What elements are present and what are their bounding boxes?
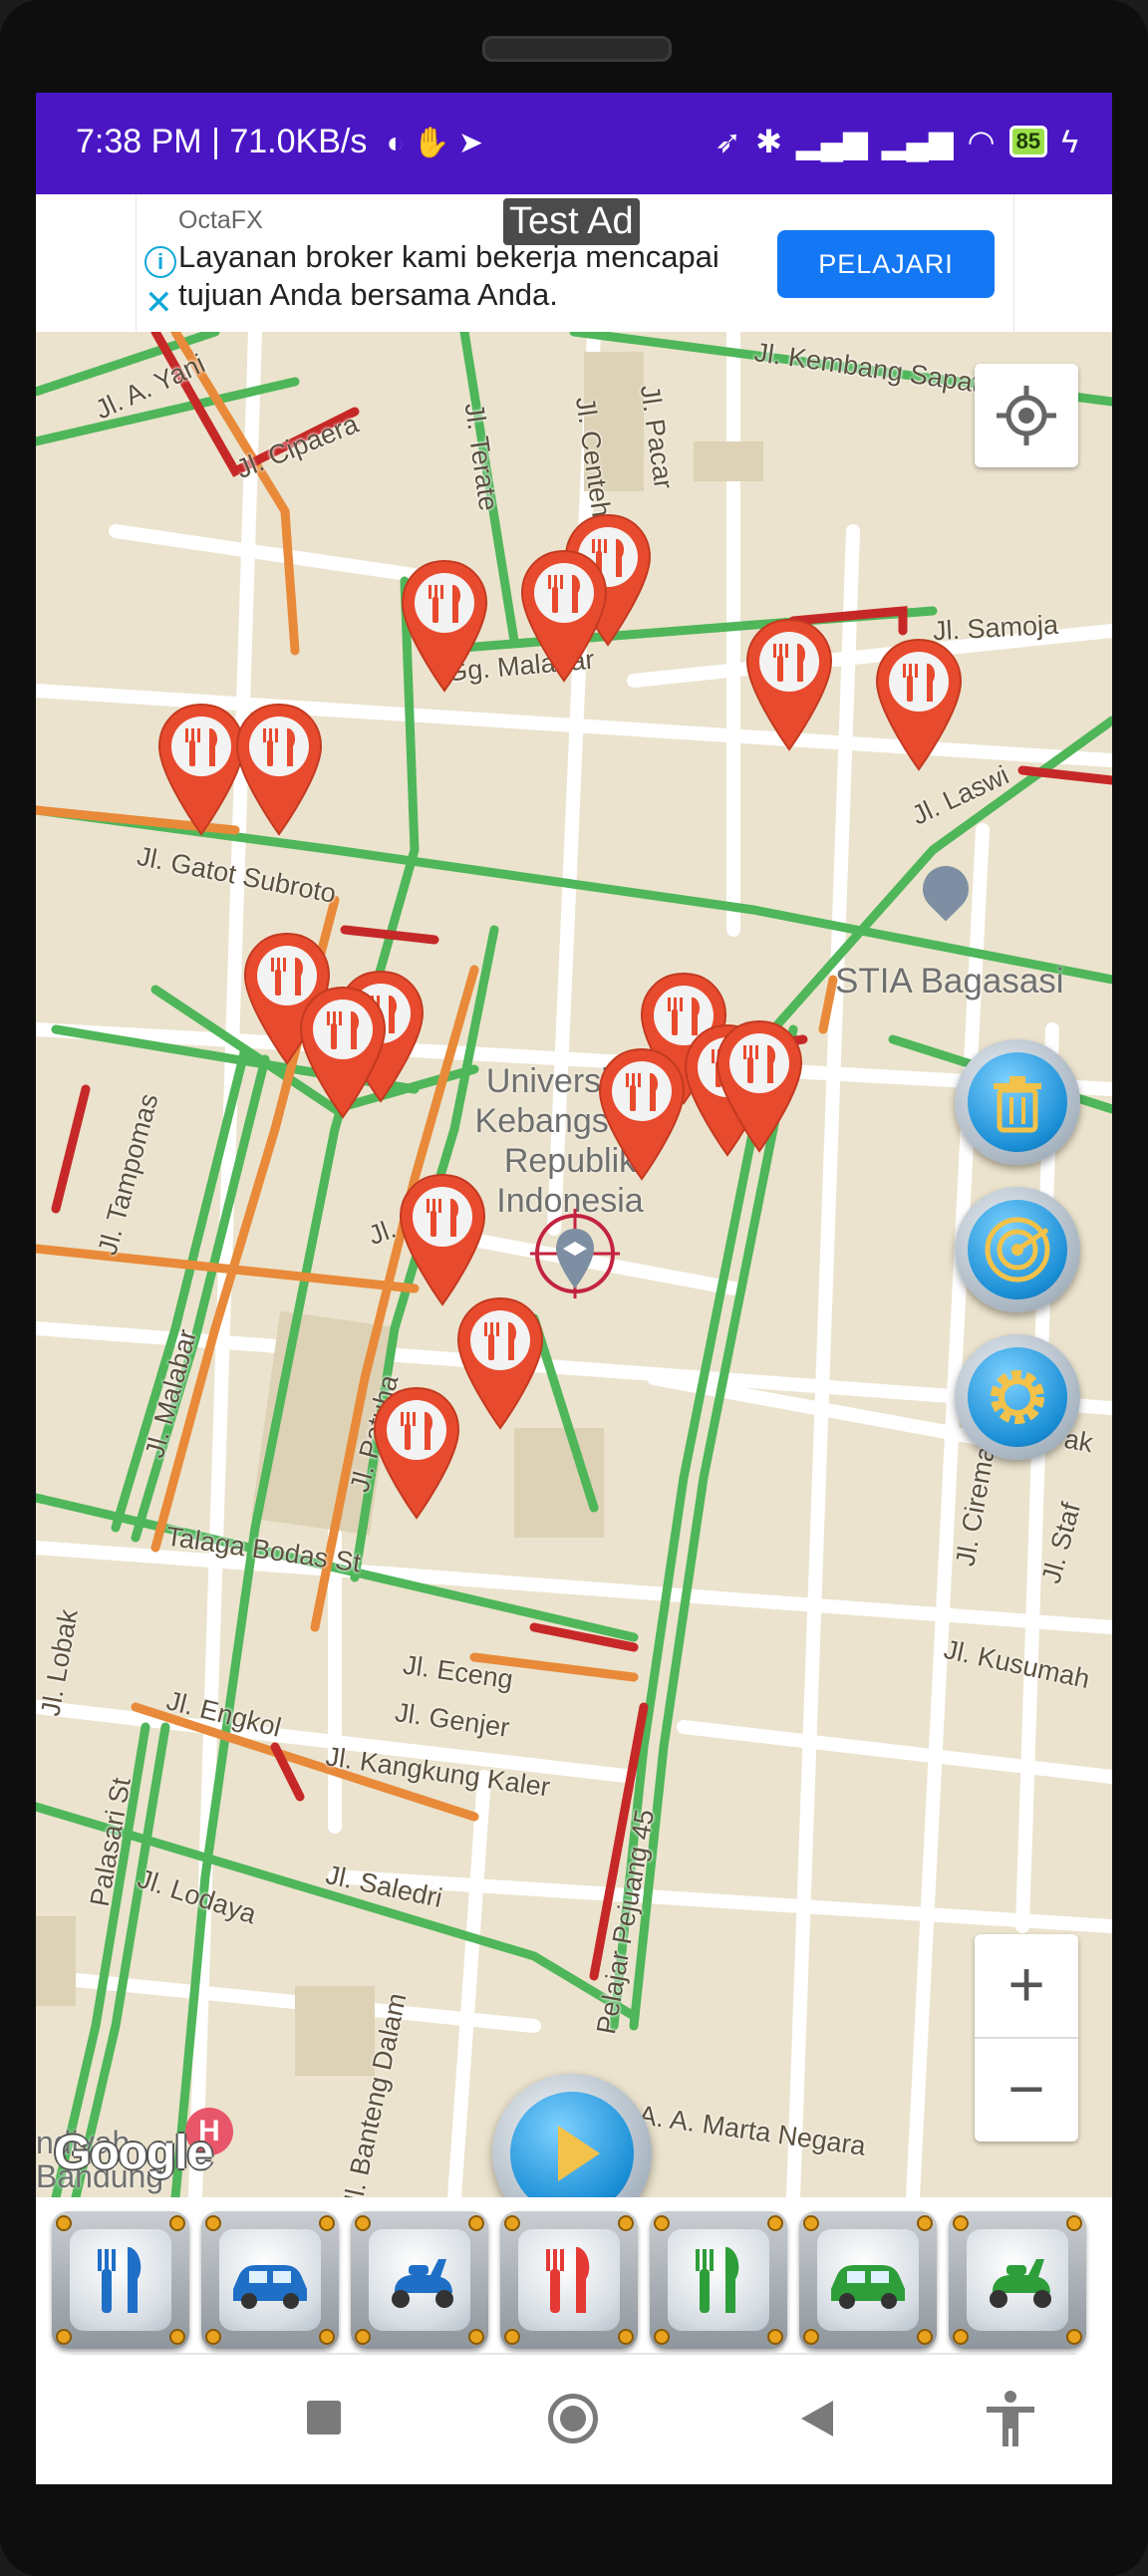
bolt-decoration xyxy=(953,2329,969,2345)
recents-button[interactable] xyxy=(307,2401,341,2434)
ad-banner[interactable]: OctaFX i ✕ Layanan broker kami bekerja m… xyxy=(36,194,1112,332)
radar-button[interactable] xyxy=(955,1187,1080,1312)
bolt-decoration xyxy=(767,2329,783,2345)
scooter-icon xyxy=(369,2229,470,2331)
home-button[interactable] xyxy=(548,2394,598,2443)
restaurant-marker-icon[interactable] xyxy=(518,547,610,685)
play-icon xyxy=(510,2092,634,2197)
bolt-decoration xyxy=(468,2215,484,2231)
back-button[interactable] xyxy=(797,2399,837,2438)
phone-screen: 7:38 PM | 71.0KB/s ◐ ✋ ➤ ➶ ✱ ▂▄▆ ▂▄▆ ◠ 8… xyxy=(36,93,1112,2484)
ad-cta-button[interactable]: PELAJARI xyxy=(777,230,995,298)
car-icon xyxy=(219,2229,321,2331)
fork-knife-icon xyxy=(70,2229,171,2331)
toolbar-scooter-green-button[interactable] xyxy=(949,2211,1086,2349)
restaurant-marker-icon[interactable] xyxy=(233,701,325,838)
trash-icon xyxy=(968,1052,1067,1152)
signal-2-icon: ▂▄▆ xyxy=(881,124,954,159)
play-button[interactable] xyxy=(492,2074,652,2197)
location-icon: ➶ xyxy=(715,124,742,159)
toolbar-restaurant-red-button[interactable] xyxy=(500,2211,638,2349)
zoom-controls: + − xyxy=(975,1934,1078,2142)
bolt-decoration xyxy=(618,2215,634,2231)
my-location-button[interactable] xyxy=(975,364,1078,467)
toolbar-restaurant-green-button[interactable] xyxy=(650,2211,787,2349)
ad-text: Layanan broker kami bekerja mencapai tuj… xyxy=(178,239,719,312)
restaurant-marker-icon[interactable] xyxy=(714,1017,805,1155)
bolt-decoration xyxy=(1066,2329,1082,2345)
wifi-icon: ◠ xyxy=(967,124,996,159)
bolt-decoration xyxy=(504,2329,520,2345)
restaurant-marker-icon[interactable] xyxy=(743,616,835,753)
bolt-decoration xyxy=(917,2329,933,2345)
system-nav-bar xyxy=(36,2361,1112,2484)
toolbar-restaurant-blue-button[interactable] xyxy=(52,2211,189,2349)
restaurant-marker-icon[interactable] xyxy=(873,636,965,773)
bolt-decoration xyxy=(767,2215,783,2231)
bluetooth-icon: ✱ xyxy=(755,124,782,159)
status-bar: 7:38 PM | 71.0KB/s ◐ ✋ ➤ ➶ ✱ ▂▄▆ ▂▄▆ ◠ 8… xyxy=(36,93,1112,194)
accessibility-icon[interactable] xyxy=(983,2389,1038,2448)
status-icons: ➶ ✱ ▂▄▆ ▂▄▆ ◠ 85 ϟ xyxy=(715,123,1078,160)
restaurant-marker-icon[interactable] xyxy=(454,1294,546,1432)
google-logo: Google xyxy=(54,2127,213,2179)
bolt-decoration xyxy=(917,2215,933,2231)
bolt-decoration xyxy=(56,2329,72,2345)
phone-speaker xyxy=(482,36,672,62)
bolt-decoration xyxy=(169,2215,185,2231)
home-icon-dot xyxy=(560,2406,586,2432)
toolbar-scooter-blue-button[interactable] xyxy=(351,2211,488,2349)
bolt-decoration xyxy=(319,2215,335,2231)
battery-level: 85 xyxy=(1015,129,1041,153)
zoom-out-button[interactable]: − xyxy=(975,2039,1078,2142)
battery-icon: 85 xyxy=(1008,126,1048,157)
restaurant-marker-icon[interactable] xyxy=(596,1045,688,1183)
bolt-decoration xyxy=(468,2329,484,2345)
ad-advertiser: OctaFX xyxy=(178,206,263,234)
bolt-decoration xyxy=(803,2329,819,2345)
restaurant-marker-icon[interactable] xyxy=(371,1384,462,1522)
toolbar-car-blue-button[interactable] xyxy=(201,2211,339,2349)
fork-knife-icon xyxy=(668,2229,769,2331)
toolbar-divider xyxy=(72,2353,1076,2355)
gear-icon xyxy=(968,1347,1067,1447)
status-time: 7:38 PM | 71.0KB/s ◐ ✋ ➤ xyxy=(76,123,483,161)
bolt-decoration xyxy=(319,2329,335,2345)
test-ad-badge: Test Ad xyxy=(503,198,640,245)
settings-button[interactable] xyxy=(955,1334,1080,1460)
bolt-decoration xyxy=(618,2329,634,2345)
delete-button[interactable] xyxy=(955,1039,1080,1165)
stia-poi-label[interactable]: STIA Bagasasi xyxy=(835,962,1064,1002)
toolbar-car-green-button[interactable] xyxy=(799,2211,937,2349)
scooter-icon xyxy=(967,2229,1068,2331)
bolt-decoration xyxy=(654,2329,670,2345)
bolt-decoration xyxy=(169,2329,185,2345)
signal-icon: ▂▄▆ xyxy=(795,124,868,159)
fork-knife-icon xyxy=(518,2229,620,2331)
car-icon xyxy=(817,2229,919,2331)
category-toolbar xyxy=(36,2197,1112,2361)
status-time-text: 7:38 PM | 71.0KB/s xyxy=(76,123,368,160)
bolt-decoration xyxy=(355,2329,371,2345)
radar-icon xyxy=(968,1200,1067,1299)
notification-icons: ◐ ✋ ➤ xyxy=(386,127,484,159)
restaurant-marker-icon[interactable] xyxy=(397,1171,488,1308)
crosshair-icon xyxy=(997,386,1056,445)
zoom-in-button[interactable]: + xyxy=(975,1934,1078,2037)
ad-close-icon[interactable]: ✕ xyxy=(144,286,173,320)
ad-info-icon[interactable]: i xyxy=(144,246,176,278)
charging-icon: ϟ xyxy=(1061,123,1078,159)
bolt-decoration xyxy=(1066,2215,1082,2231)
restaurant-marker-icon[interactable] xyxy=(399,557,490,695)
bolt-decoration xyxy=(205,2329,221,2345)
map-view[interactable]: Jl. A. Yani Jl. Cipaera Jl. Terate Jl. C… xyxy=(36,332,1112,2197)
ad-content: OctaFX i ✕ Layanan broker kami bekerja m… xyxy=(136,194,1014,332)
crosshair-target-icon xyxy=(530,1209,620,1298)
restaurant-marker-icon[interactable] xyxy=(297,984,389,1121)
